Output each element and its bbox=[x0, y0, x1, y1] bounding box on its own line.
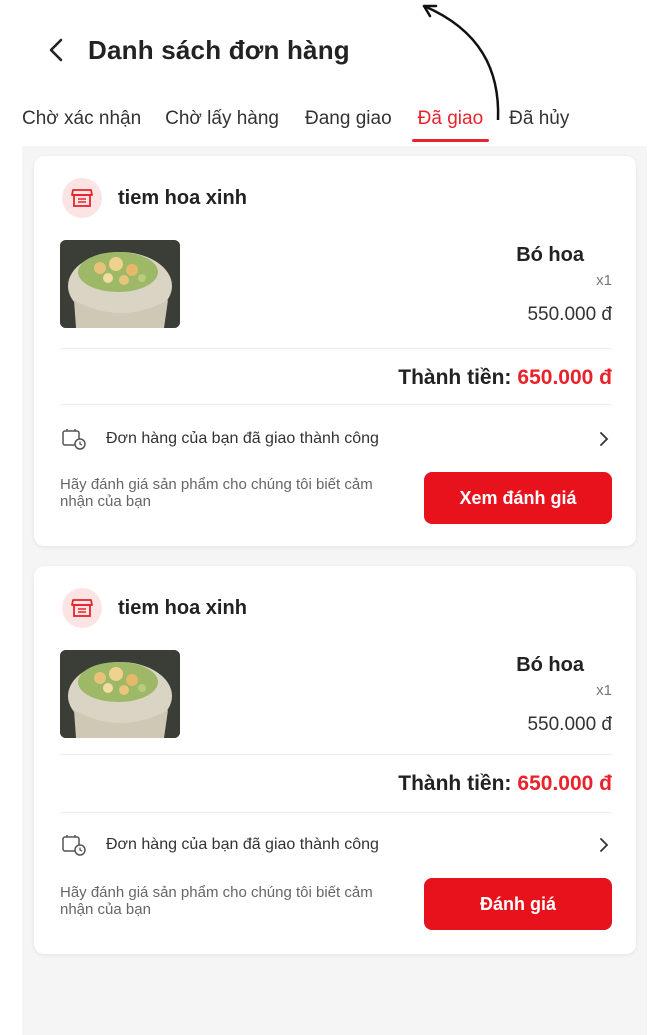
total-value: 650.000 đ bbox=[517, 366, 612, 389]
order-card[interactable]: tiem hoa xinh Bó hoa x1 550.000 đ Thành … bbox=[34, 156, 636, 546]
delivery-status-row[interactable]: Đơn hàng của bạn đã giao thành công bbox=[60, 830, 612, 860]
divider bbox=[60, 404, 612, 405]
delivery-status-text: Đơn hàng của bạn đã giao thành công bbox=[106, 836, 379, 853]
shop-header[interactable]: tiem hoa xinh bbox=[62, 588, 247, 628]
divider bbox=[60, 348, 612, 349]
store-icon bbox=[62, 178, 102, 218]
chevron-right-icon[interactable] bbox=[596, 431, 612, 447]
total-label: Thành tiền: bbox=[398, 366, 512, 389]
product-quantity: x1 bbox=[596, 272, 612, 289]
shop-header[interactable]: tiem hoa xinh bbox=[62, 178, 247, 218]
order-status-tabs: Chờ xác nhận Chờ lấy hàng Đang giao Đã g… bbox=[0, 94, 649, 144]
tab-awaiting-pickup[interactable]: Chờ lấy hàng bbox=[165, 94, 279, 144]
product-name: Bó hoa bbox=[516, 244, 584, 266]
product-price: 550.000 đ bbox=[527, 714, 612, 735]
order-card[interactable]: tiem hoa xinh Bó hoa x1 550.000 đ Thành … bbox=[34, 566, 636, 954]
chevron-right-icon[interactable] bbox=[596, 837, 612, 853]
store-icon bbox=[62, 588, 102, 628]
review-prompt: Hãy đánh giá sản phẩm cho chúng tôi biết… bbox=[60, 884, 373, 918]
review-prompt: Hãy đánh giá sản phẩm cho chúng tôi biết… bbox=[60, 476, 373, 510]
delivery-status-row[interactable]: Đơn hàng của bạn đã giao thành công bbox=[60, 424, 612, 454]
delivery-status-text: Đơn hàng của bạn đã giao thành công bbox=[106, 430, 379, 447]
tab-pending-confirmation[interactable]: Chờ xác nhận bbox=[22, 94, 141, 144]
total-value: 650.000 đ bbox=[517, 772, 612, 795]
review-button[interactable]: Đánh giá bbox=[424, 878, 612, 930]
product-name: Bó hoa bbox=[516, 654, 584, 676]
product-image[interactable] bbox=[60, 240, 180, 328]
tab-shipping[interactable]: Đang giao bbox=[305, 94, 392, 144]
page-title: Danh sách đơn hàng bbox=[88, 34, 350, 65]
order-total: Thành tiền: 650.000 đ bbox=[398, 366, 612, 390]
product-price: 550.000 đ bbox=[527, 304, 612, 325]
total-label: Thành tiền: bbox=[398, 772, 512, 795]
tab-delivered[interactable]: Đã giao bbox=[411, 94, 489, 144]
chevron-left-icon[interactable] bbox=[40, 34, 72, 66]
delivery-truck-icon bbox=[60, 831, 88, 859]
divider bbox=[60, 754, 612, 755]
view-review-button[interactable]: Xem đánh giá bbox=[424, 472, 612, 524]
delivery-truck-icon bbox=[60, 425, 88, 453]
product-quantity: x1 bbox=[596, 682, 612, 699]
header: Danh sách đơn hàng bbox=[0, 22, 649, 78]
shop-name: tiem hoa xinh bbox=[118, 596, 247, 619]
order-total: Thành tiền: 650.000 đ bbox=[398, 772, 612, 796]
product-image[interactable] bbox=[60, 650, 180, 738]
tab-cancelled[interactable]: Đã hủy bbox=[509, 94, 569, 144]
shop-name: tiem hoa xinh bbox=[118, 186, 247, 209]
divider bbox=[60, 812, 612, 813]
